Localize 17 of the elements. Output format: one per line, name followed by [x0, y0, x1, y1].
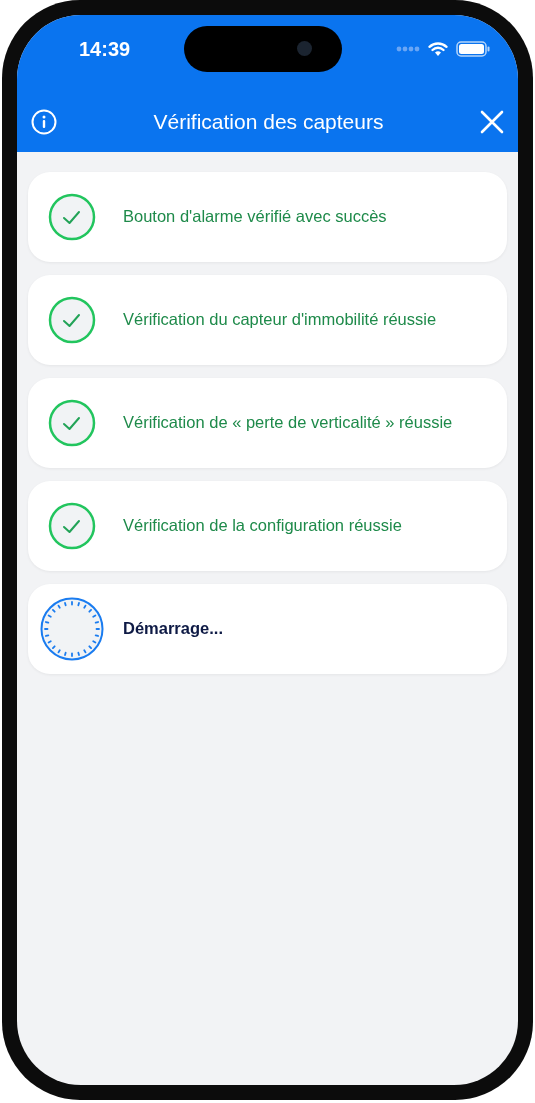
check-circle-icon — [48, 193, 96, 241]
status-time: 14:39 — [79, 37, 131, 61]
wifi-icon — [428, 41, 448, 57]
check-label: Vérification du capteur d'immobilité réussie — [123, 309, 437, 331]
check-circle-icon — [48, 399, 96, 447]
check-label: Vérification de « perte de verticalité » réussie — [123, 412, 453, 434]
battery-icon — [456, 41, 490, 57]
check-circle-icon — [48, 296, 96, 344]
close-button[interactable] — [480, 109, 504, 134]
check-label: Vérification de la configuration réussie — [123, 515, 402, 537]
spinner-icon — [40, 597, 104, 661]
check-circle-icon — [48, 502, 96, 550]
check-label: Bouton d'alarme vérifié avec succès — [123, 206, 387, 228]
signal-icon — [396, 46, 420, 52]
screen-title: Vérification des capteurs — [153, 109, 384, 134]
check-label: Démarrage... — [123, 618, 223, 640]
info-button[interactable] — [31, 108, 57, 135]
